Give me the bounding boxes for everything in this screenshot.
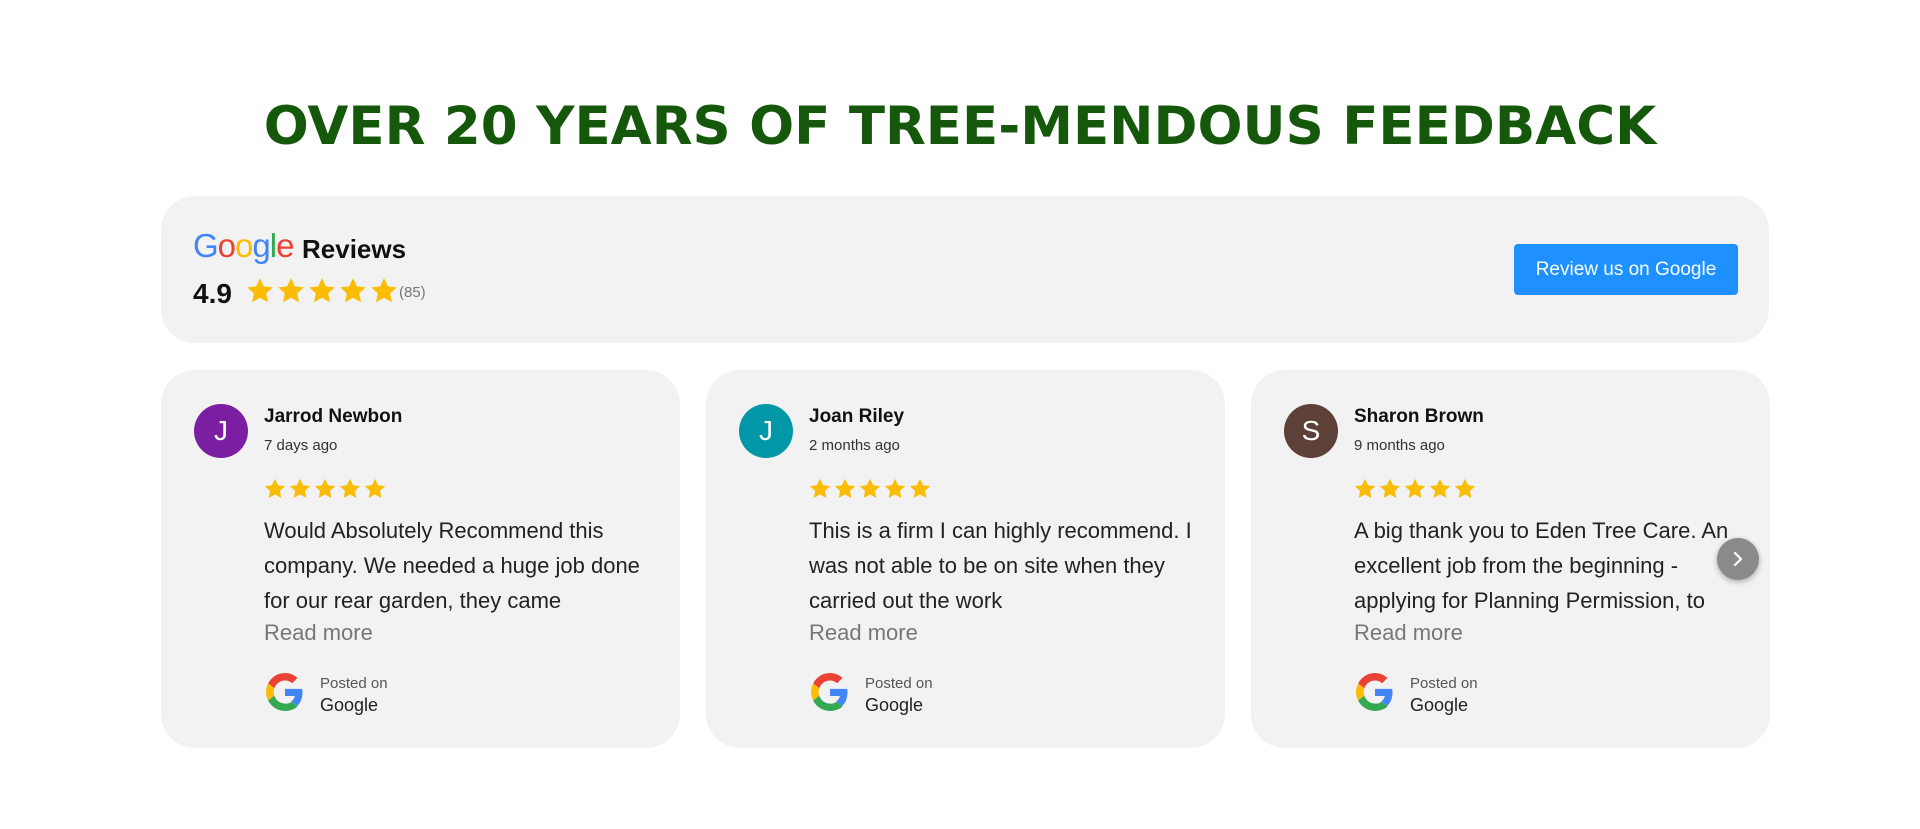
- google-g-icon: [266, 673, 304, 711]
- star-icon: [247, 278, 273, 303]
- read-more-link[interactable]: Read more: [264, 620, 373, 646]
- star-icon: [1354, 478, 1376, 498]
- posted-site: Google: [320, 695, 379, 715]
- chevron-right-icon: [1733, 551, 1743, 567]
- review-stars: [808, 477, 932, 501]
- review-stars: [263, 477, 387, 501]
- posted-on-label: Posted on: [1410, 675, 1478, 692]
- section-heading: OVER 20 YEARS OF TREE-MENDOUS FEEDBACK: [263, 96, 1657, 157]
- posted-on-label: Posted on: [865, 675, 933, 692]
- star-icon: [834, 478, 856, 498]
- star-icon: [314, 478, 336, 498]
- star-icon: [1379, 478, 1401, 498]
- reviewer-name: Jarrod Newbon: [264, 406, 403, 427]
- reviewer-name: Joan Riley: [809, 406, 905, 427]
- review-date: 2 months ago: [809, 437, 900, 454]
- review-card: J Joan Riley 2 months ago This is a firm…: [706, 370, 1225, 748]
- posted-site: Google: [865, 695, 924, 715]
- star-icon: [340, 278, 366, 303]
- overall-rating-stars: [245, 276, 399, 306]
- read-more-link[interactable]: Read more: [1354, 620, 1463, 646]
- star-icon: [859, 478, 881, 498]
- review-text: A big thank you to Eden Tree Care. An ex…: [1354, 518, 1729, 613]
- avatar: J: [739, 404, 793, 458]
- google-g-icon: [811, 673, 849, 711]
- star-icon: [264, 478, 286, 498]
- posted-on-label: Posted on: [320, 675, 388, 692]
- star-icon: [278, 278, 304, 303]
- star-icon: [1454, 478, 1476, 498]
- star-icon: [809, 478, 831, 498]
- star-icon: [1429, 478, 1451, 498]
- review-card: J Jarrod Newbon 7 days ago Would Absolut…: [161, 370, 680, 748]
- review-date: 9 months ago: [1354, 437, 1445, 454]
- review-stars: [1353, 477, 1477, 501]
- reviewer-name: Sharon Brown: [1354, 406, 1484, 427]
- review-us-button[interactable]: Review us on Google: [1514, 244, 1738, 295]
- google-g-icon: [1356, 673, 1394, 711]
- review-count: (85): [399, 284, 426, 301]
- avatar: S: [1284, 404, 1338, 458]
- avatar: J: [194, 404, 248, 458]
- read-more-link[interactable]: Read more: [809, 620, 918, 646]
- review-text: This is a firm I can highly recommend. I…: [809, 518, 1192, 613]
- star-icon: [371, 278, 397, 303]
- overall-rating: 4.9: [193, 278, 232, 309]
- star-icon: [884, 478, 906, 498]
- reviews-summary: Google Reviews 4.9 (85) Review us on Goo…: [161, 196, 1769, 343]
- google-logo: Google: [193, 227, 294, 264]
- review-card: S Sharon Brown 9 months ago A big thank …: [1251, 370, 1770, 748]
- review-text: Would Absolutely Recommend this company.…: [264, 518, 640, 613]
- summary-title: Reviews: [302, 234, 407, 264]
- star-icon: [364, 478, 386, 498]
- star-icon: [339, 478, 361, 498]
- carousel-next-button[interactable]: [1717, 538, 1759, 580]
- star-icon: [289, 478, 311, 498]
- star-icon: [1404, 478, 1426, 498]
- star-icon: [309, 278, 335, 303]
- review-date: 7 days ago: [264, 437, 338, 454]
- posted-site: Google: [1410, 695, 1469, 715]
- star-icon: [909, 478, 931, 498]
